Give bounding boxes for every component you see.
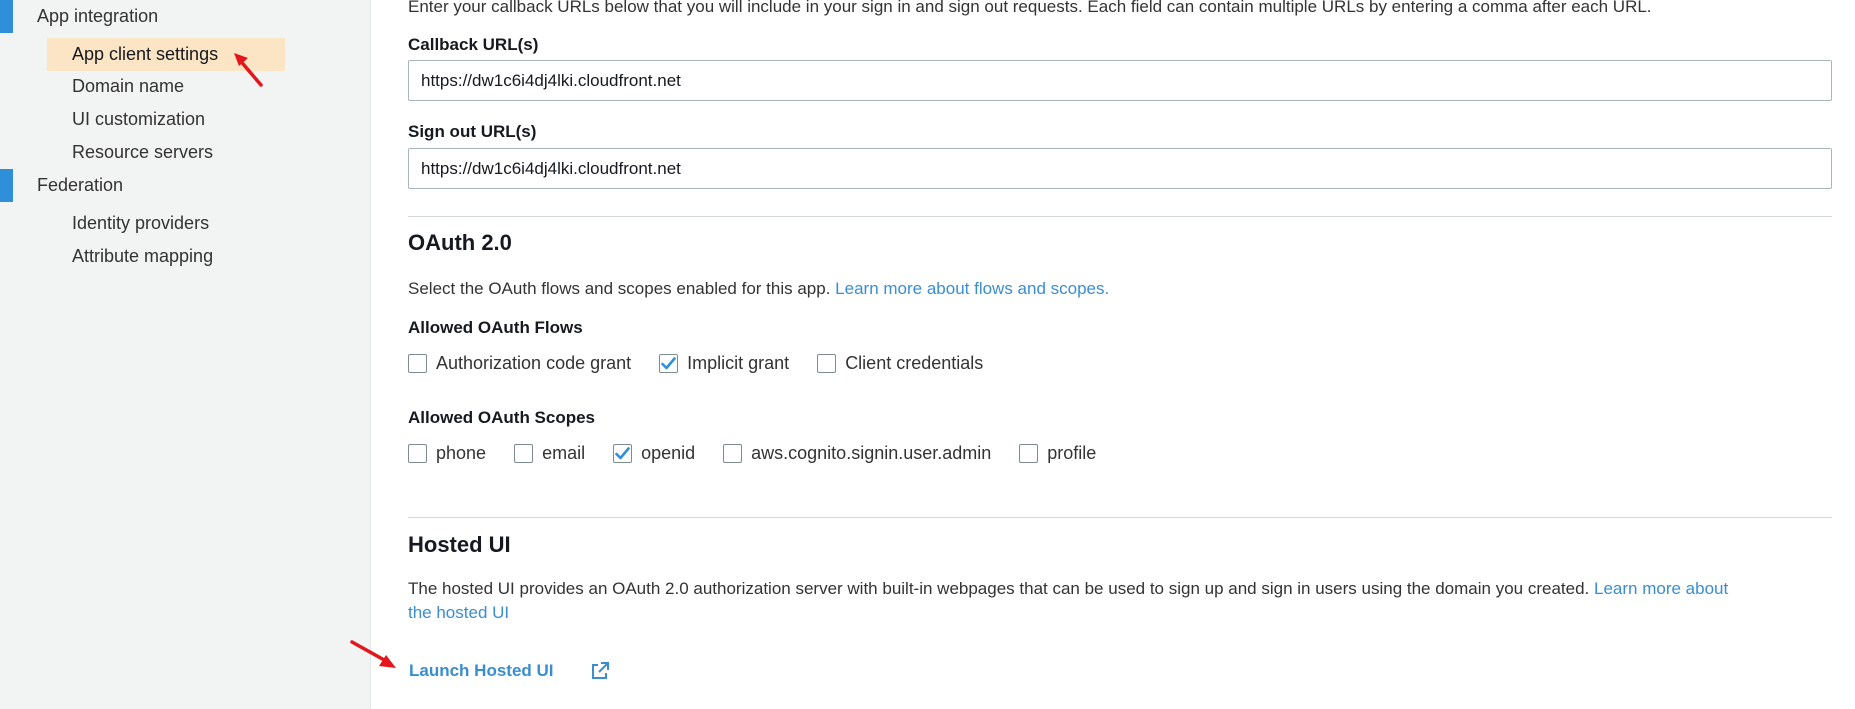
hosted-ui-description-text: The hosted UI provides an OAuth 2.0 auth… — [408, 579, 1590, 598]
callback-intro-text: Enter your callback URLs below that you … — [408, 0, 1652, 16]
checkbox-openid[interactable]: openid — [613, 443, 695, 464]
checkmark-icon — [661, 357, 676, 370]
section-accent-bar — [0, 0, 13, 33]
sidebar-section-app-integration[interactable]: App integration — [0, 0, 370, 33]
checkbox-label: email — [542, 443, 586, 463]
checkbox-box[interactable] — [408, 444, 427, 463]
launch-hosted-ui-link[interactable]: Launch Hosted UI — [409, 661, 554, 681]
sidebar-item-domain-name[interactable]: Domain name — [72, 76, 184, 97]
callback-url-input[interactable] — [408, 60, 1832, 101]
sidebar: App integration App client settings Doma… — [0, 0, 370, 709]
hosted-ui-section-title: Hosted UI — [408, 532, 511, 557]
checkbox-client-credentials[interactable]: Client credentials — [817, 353, 983, 374]
learn-more-hosted-ui-link-text: Learn more about — [1594, 579, 1729, 598]
checkbox-aws-cognito-signin-user-admin[interactable]: aws.cognito.signin.user.admin — [723, 443, 991, 464]
sidebar-item-attribute-mapping[interactable]: Attribute mapping — [72, 246, 213, 267]
learn-more-flows-link[interactable]: Learn more about flows and scopes. — [835, 279, 1109, 298]
oauth-description-text: Select the OAuth flows and scopes enable… — [408, 279, 831, 298]
allowed-flows-label: Allowed OAuth Flows — [408, 318, 583, 337]
checkbox-email[interactable]: email — [514, 443, 585, 464]
external-link-icon[interactable] — [590, 661, 610, 681]
checkmark-icon — [615, 447, 630, 460]
callback-url-label: Callback URL(s) — [408, 35, 539, 54]
checkbox-label: Client credentials — [845, 353, 984, 373]
checkbox-label: aws.cognito.signin.user.admin — [751, 443, 992, 463]
sidebar-section-federation[interactable]: Federation — [0, 169, 370, 202]
sidebar-item-identity-providers[interactable]: Identity providers — [72, 213, 209, 234]
checkbox-box[interactable] — [659, 354, 679, 373]
signout-url-label: Sign out URL(s) — [408, 122, 537, 141]
sidebar-item-app-client-settings[interactable]: App client settings — [47, 38, 285, 71]
oauth-section-title: OAuth 2.0 — [408, 230, 512, 255]
oauth-flows-group: Authorization code grant Implicit grant … — [408, 353, 1011, 374]
sidebar-item-resource-servers[interactable]: Resource servers — [72, 142, 213, 163]
checkbox-box[interactable] — [1019, 444, 1039, 463]
checkbox-label: profile — [1047, 443, 1097, 463]
checkbox-box[interactable] — [723, 444, 743, 463]
checkbox-label: phone — [436, 443, 487, 463]
checkbox-label: Implicit grant — [687, 353, 790, 373]
checkbox-phone[interactable]: phone — [408, 443, 486, 464]
signout-url-input[interactable] — [408, 148, 1832, 189]
checkbox-profile[interactable]: profile — [1019, 443, 1096, 464]
sidebar-item-ui-customization[interactable]: UI customization — [72, 109, 205, 130]
allowed-scopes-label: Allowed OAuth Scopes — [408, 408, 596, 427]
checkbox-authorization-code-grant[interactable]: Authorization code grant — [408, 353, 631, 374]
section-divider — [408, 216, 1832, 217]
checkbox-box[interactable] — [514, 444, 534, 463]
section-divider — [408, 517, 1832, 518]
app-client-settings-panel: Enter your callback URLs below that you … — [370, 0, 1855, 709]
checkbox-label: Authorization code grant — [436, 353, 632, 373]
sidebar-section-label: Federation — [37, 175, 124, 195]
checkbox-label: openid — [641, 443, 696, 463]
checkbox-box[interactable] — [408, 354, 427, 373]
learn-more-hosted-ui-link-text: the hosted UI — [408, 603, 510, 622]
checkbox-box[interactable] — [817, 354, 837, 373]
section-accent-bar — [0, 169, 13, 202]
sidebar-section-label: App integration — [37, 6, 159, 26]
oauth-description: Select the OAuth flows and scopes enable… — [408, 279, 1109, 299]
checkbox-box[interactable] — [613, 444, 633, 463]
hosted-ui-description: The hosted UI provides an OAuth 2.0 auth… — [408, 577, 1832, 625]
checkbox-implicit-grant[interactable]: Implicit grant — [659, 353, 789, 374]
oauth-scopes-group: phone email openid aws.cognito.signin.us… — [408, 443, 1124, 464]
